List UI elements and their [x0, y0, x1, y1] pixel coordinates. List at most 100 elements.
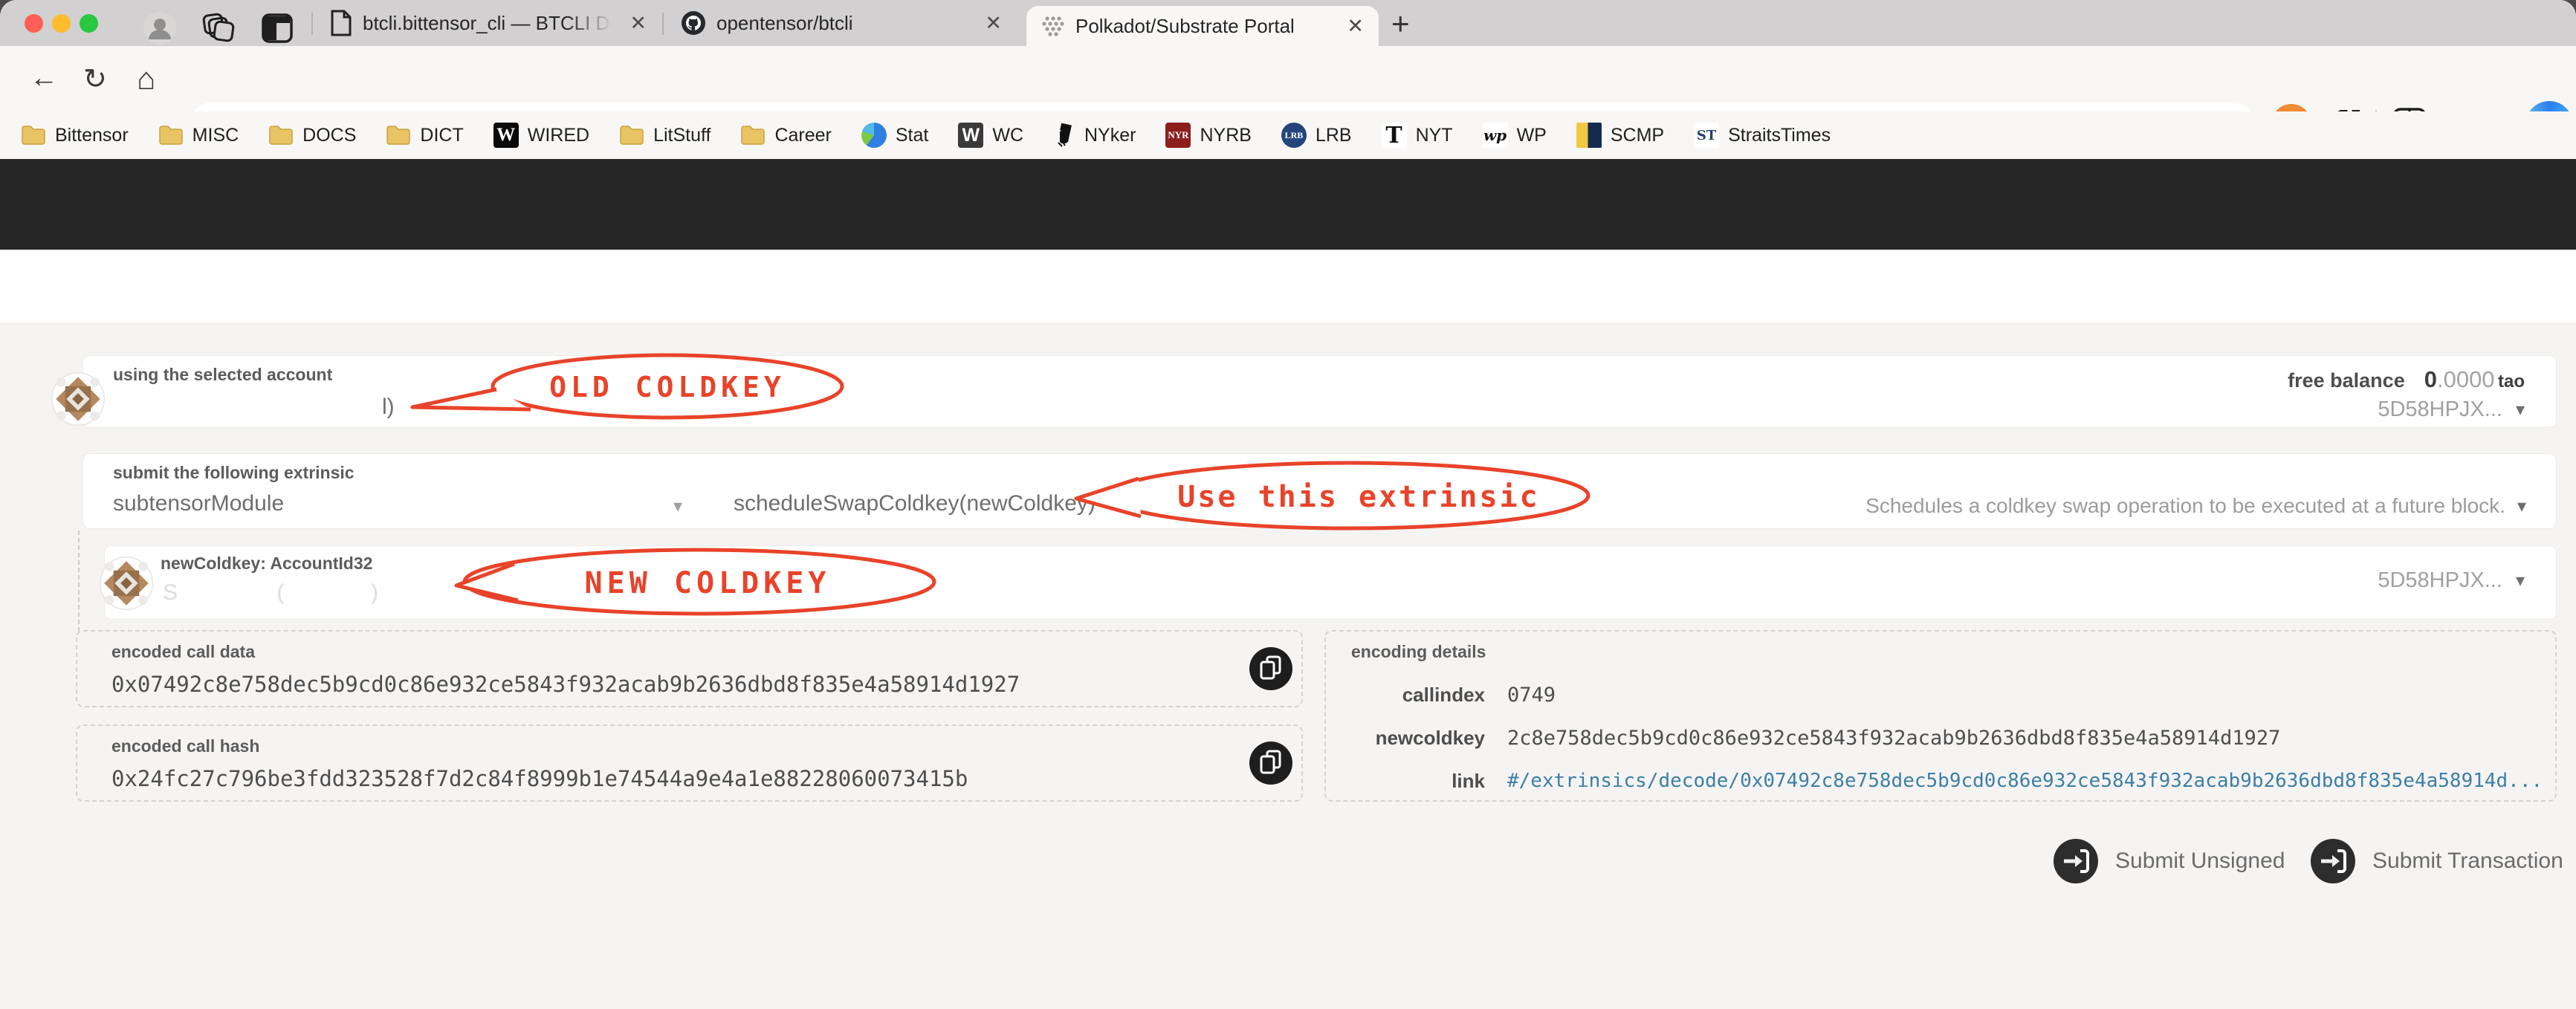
github-favicon — [682, 11, 705, 35]
close-window-button[interactable] — [25, 14, 43, 33]
newyorker-icon — [1058, 123, 1072, 147]
extrinsics-subnav: Extrinsics Submission Decode — [0, 250, 2576, 572]
sidebar-panel-icon[interactable] — [262, 13, 293, 43]
folder-icon — [22, 126, 45, 145]
minimize-window-button[interactable] — [52, 14, 71, 33]
link-label: link — [1452, 770, 1485, 792]
folder-icon — [741, 126, 766, 145]
account-dropdown[interactable]: 5D58HPJX... ▾ — [2378, 398, 2525, 422]
callindex-label: callindex — [1402, 684, 1485, 706]
submit-unsigned-label: Submit Unsigned — [2115, 849, 2285, 873]
extrinsic-label: submit the following extrinsic — [113, 463, 355, 482]
account-select-label: using the selected account — [113, 365, 333, 384]
bookmark-folder-misc[interactable]: MISC — [158, 125, 239, 146]
bookmark-nyrb[interactable]: NYR NYRB — [1165, 123, 1252, 148]
bookmark-folder-litstuff[interactable]: LitStuff — [619, 125, 711, 146]
bookmark-folder-career[interactable]: Career — [740, 125, 832, 146]
account-select-row: using the selected account l) free balan… — [82, 355, 2557, 428]
nyrb-icon: NYR — [1165, 123, 1191, 148]
lrb-icon: LRB — [1281, 123, 1307, 148]
free-balance: free balance 0.0000 tao — [2288, 366, 2525, 392]
browser-tab-polkadot-portal[interactable]: Polkadot/Substrate Portal ✕ — [1026, 6, 1379, 46]
param-account-dropdown[interactable]: 5D58HPJX... ▾ — [2378, 568, 2525, 593]
free-balance-label: free balance — [2288, 369, 2405, 392]
submit-transaction-label: Submit Transaction — [2372, 849, 2563, 873]
account-address: 5D58HPJX... — [2378, 398, 2502, 421]
bookmark-scmp[interactable]: SCMP — [1576, 123, 1664, 148]
chevron-down-icon: ▾ — [2515, 400, 2525, 420]
bookmark-folder-dict[interactable]: DICT — [386, 125, 464, 146]
encoded-call-data-box: encoded call data 0x07492c8e758dec5b9cd0… — [76, 630, 1303, 707]
module-select[interactable]: subtensorModule — [113, 491, 284, 516]
param-account-ghost: S ( ) — [163, 580, 379, 605]
encoded-call-data-label: encoded call data — [111, 642, 256, 661]
bookmark-wc[interactable]: W WC — [958, 123, 1023, 148]
zoom-window-button[interactable] — [80, 14, 98, 33]
encoded-call-hash-box: encoded call hash 0x24fc27c796be3fdd3235… — [76, 724, 1303, 802]
method-description-row[interactable]: Schedules a coldkey swap operation to be… — [1865, 494, 2526, 518]
bookmark-folder-docs[interactable]: DOCS — [268, 125, 356, 146]
encoded-call-data-value: 0x07492c8e758dec5b9cd0c86e932ce5843f932a… — [111, 672, 1020, 697]
chevron-down-icon: ▾ — [2515, 571, 2525, 591]
encoding-details-label: encoding details — [1351, 642, 1486, 661]
new-tab-button[interactable]: + — [1391, 6, 1410, 42]
bookmark-wired[interactable]: W WIRED — [493, 123, 589, 148]
submit-unsigned-button[interactable]: Submit Unsigned — [2053, 838, 2285, 884]
refresh-icon[interactable]: ↻ — [83, 62, 107, 96]
encoding-details-box: encoding details callindex 0749 newcoldk… — [1324, 630, 2557, 802]
close-tab-icon[interactable]: ✕ — [1347, 15, 1364, 38]
bookmark-straitstimes[interactable]: ST StraitsTimes — [1694, 123, 1831, 148]
close-tab-icon[interactable]: ✕ — [630, 12, 647, 35]
bookmark-nyker[interactable]: NYker — [1053, 123, 1136, 148]
tab-groups-icon[interactable] — [202, 13, 235, 44]
sign-in-icon — [2311, 839, 2355, 883]
home-icon[interactable]: ⌂ — [137, 61, 155, 97]
newcoldkey-label: newcoldkey — [1375, 727, 1485, 749]
chevron-down-icon: ▾ — [673, 496, 683, 516]
bookmark-nyt[interactable]: T NYT — [1381, 123, 1453, 149]
decode-link[interactable]: #/extrinsics/decode/0x07492c8e758dec5b9c… — [1507, 770, 2543, 792]
wp-icon: wp — [1482, 123, 1508, 148]
copy-call-data-icon[interactable] — [1249, 646, 1293, 691]
callindex-value: 0749 — [1507, 684, 1556, 707]
extrinsic-select-row: submit the following extrinsic subtensor… — [82, 453, 2557, 529]
account-identicon — [51, 372, 105, 426]
sign-in-icon — [2054, 839, 2098, 883]
encoded-call-hash-label: encoded call hash — [111, 736, 260, 756]
back-icon[interactable]: ← — [30, 62, 58, 94]
browser-window: btcli.bittensor_cli — BTCLI Docs ✕ opent… — [0, 0, 2576, 1009]
tab-strip: btcli.bittensor_cli — BTCLI Docs ✕ opent… — [0, 0, 2576, 46]
straitstimes-icon: ST — [1694, 123, 1720, 148]
copy-call-hash-icon[interactable] — [1249, 741, 1293, 785]
stat-icon — [861, 123, 887, 148]
new-coldkey-param-row: newColdkey: AccountId32 S ( ) 5D58HPJX..… — [104, 545, 2557, 620]
param-label: newColdkey: AccountId32 — [161, 554, 373, 573]
folder-icon — [386, 126, 411, 145]
bookmark-folder-bittensor[interactable]: Bittensor — [21, 125, 129, 146]
polkadot-favicon — [1042, 16, 1064, 36]
method-description: Schedules a coldkey swap operation to be… — [1865, 494, 2505, 517]
extrinsics-content: using the selected account l) free balan… — [0, 322, 2576, 1009]
folder-icon — [620, 126, 644, 145]
newcoldkey-value: 2c8e758dec5b9cd0c86e932ce5843f932acab9b2… — [1507, 727, 2281, 750]
toolbar: ← ↻ ⌂ https://polkadot.js.org/apps/#/ext… — [0, 46, 2576, 149]
chevron-down-icon: ▾ — [2517, 496, 2526, 516]
divider — [662, 13, 664, 35]
method-select[interactable]: scheduleSwapColdkey(newColdkey) — [734, 491, 1096, 516]
browser-tab-github-btcli[interactable]: opentensor/btcli ✕ — [666, 0, 1017, 46]
submit-transaction-button[interactable]: Submit Transaction — [2310, 838, 2563, 884]
bookmark-lrb[interactable]: LRB LRB — [1281, 123, 1352, 148]
bookmark-stat[interactable]: Stat — [861, 123, 928, 148]
profile-avatar-icon[interactable] — [143, 11, 177, 45]
bookmark-wp[interactable]: wp WP — [1482, 123, 1547, 148]
folder-icon — [269, 126, 293, 145]
document-icon — [331, 10, 352, 36]
close-tab-icon[interactable]: ✕ — [985, 12, 1002, 35]
param-identicon — [100, 557, 153, 610]
wc-icon: W — [958, 123, 984, 148]
folder-icon — [158, 126, 183, 145]
tab-title: Polkadot/Substrate Portal — [1075, 14, 1295, 37]
scmp-icon — [1576, 123, 1602, 148]
browser-tab-btcli-docs[interactable]: btcli.bittensor_cli — BTCLI Docs ✕ — [315, 0, 661, 46]
app-header: τ Bittensor node-subtensor/201 ▾ #3,841,… — [0, 159, 2576, 405]
